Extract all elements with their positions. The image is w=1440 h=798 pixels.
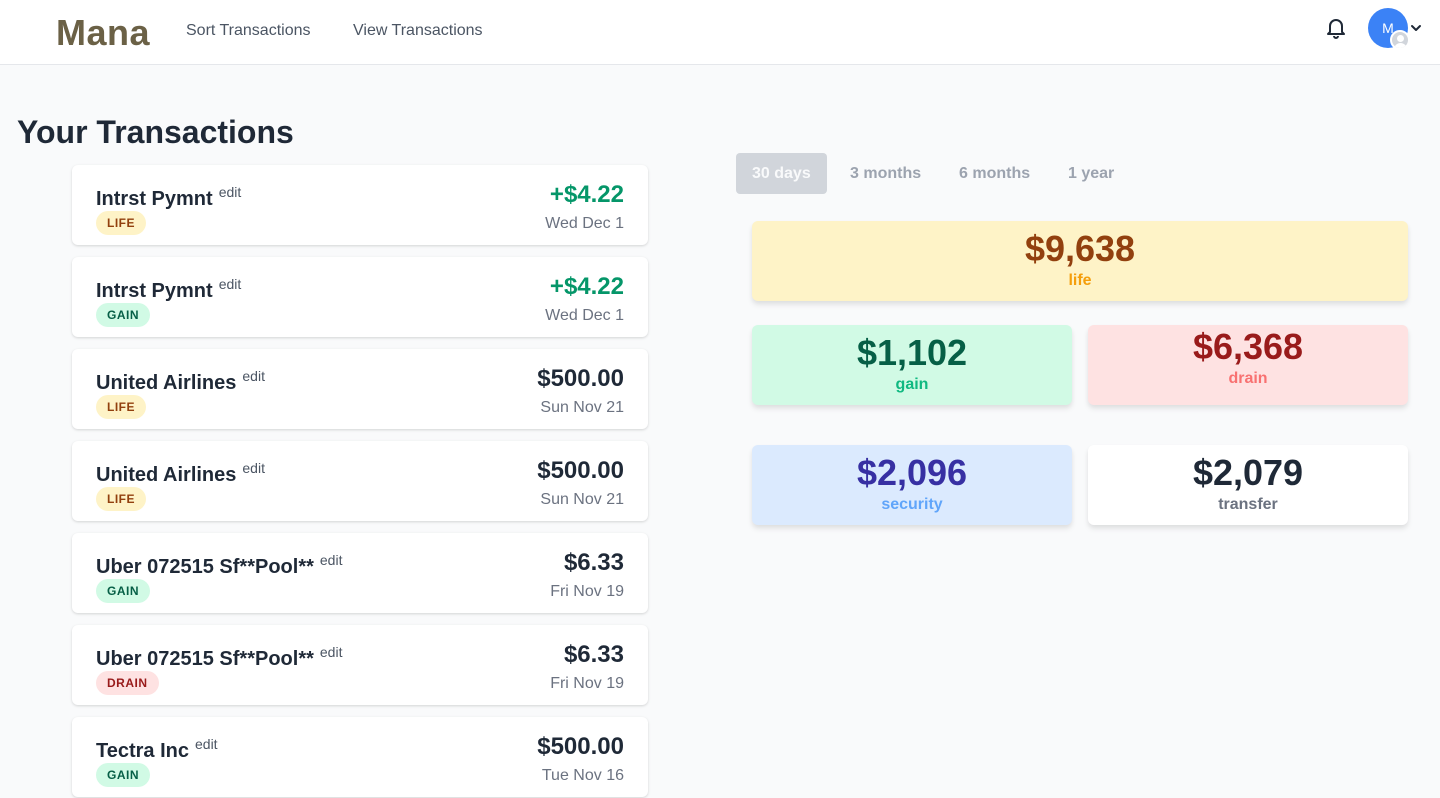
summary-value: $9,638 bbox=[1024, 228, 1136, 269]
transaction-date: Fri Nov 19 bbox=[550, 675, 624, 692]
transaction-name: Tectra Inc bbox=[96, 740, 189, 762]
tab-3-months[interactable]: 3 months bbox=[834, 153, 937, 194]
transaction-amount: $500.00 bbox=[537, 733, 624, 760]
transaction-date: Wed Dec 1 bbox=[545, 215, 624, 232]
transaction-name: United Airlines bbox=[96, 464, 237, 486]
transaction-name: Intrst Pymnt bbox=[96, 188, 213, 210]
tab-1-year[interactable]: 1 year bbox=[1052, 153, 1130, 194]
category-badge: DRAIN bbox=[96, 671, 159, 695]
summary-card-drain: $6,368 drain bbox=[1088, 325, 1408, 405]
edit-link[interactable]: edit bbox=[195, 736, 218, 752]
user-icon bbox=[1390, 30, 1410, 50]
category-badge: LIFE bbox=[96, 395, 146, 419]
transaction-amount: +$4.22 bbox=[549, 273, 624, 300]
transaction-amount: $500.00 bbox=[537, 365, 624, 392]
tab-6-months[interactable]: 6 months bbox=[943, 153, 1046, 194]
summary-value: $1,102 bbox=[856, 332, 968, 373]
edit-link[interactable]: edit bbox=[219, 276, 242, 292]
summary-label: drain bbox=[1228, 370, 1268, 387]
transaction-card[interactable]: United Airlines edit LIFE $500.00 Sun Nov… bbox=[72, 349, 648, 429]
nav-link-view-transactions[interactable]: View Transactions bbox=[353, 22, 483, 40]
transaction-date: Wed Dec 1 bbox=[545, 307, 624, 324]
transaction-name: United Airlines bbox=[96, 372, 237, 394]
transaction-amount: $6.33 bbox=[563, 641, 624, 668]
category-badge: GAIN bbox=[96, 763, 150, 787]
bell-icon[interactable] bbox=[1324, 15, 1348, 39]
transaction-date: Fri Nov 19 bbox=[550, 583, 624, 600]
transaction-card[interactable]: Intrst Pymnt edit GAIN +$4.22 Wed Dec 1 bbox=[72, 257, 648, 337]
chevron-down-icon[interactable] bbox=[1410, 22, 1422, 34]
category-badge: LIFE bbox=[96, 487, 146, 511]
summary-card-security: $2,096 security bbox=[752, 445, 1072, 525]
transaction-amount: +$4.22 bbox=[549, 181, 624, 208]
transaction-date: Sun Nov 21 bbox=[540, 491, 624, 508]
top-navbar: Mana Sort Transactions View Transactions… bbox=[0, 0, 1440, 65]
category-badge: GAIN bbox=[96, 579, 150, 603]
transaction-amount: $6.33 bbox=[563, 549, 624, 576]
nav-link-sort-transactions[interactable]: Sort Transactions bbox=[186, 22, 311, 40]
transaction-card[interactable]: Uber 072515 Sf**Pool** edit DRAIN $6.33 F… bbox=[72, 625, 648, 705]
category-badge: LIFE bbox=[96, 211, 146, 235]
edit-link[interactable]: edit bbox=[320, 552, 343, 568]
transaction-card[interactable]: Intrst Pymnt edit LIFE +$4.22 Wed Dec 1 bbox=[72, 165, 648, 245]
transaction-card[interactable]: Uber 072515 Sf**Pool** edit GAIN $6.33 Fr… bbox=[72, 533, 648, 613]
transaction-card[interactable]: United Airlines edit LIFE $500.00 Sun Nov… bbox=[72, 441, 648, 521]
summary-value: $2,096 bbox=[856, 452, 968, 493]
transaction-date: Sun Nov 21 bbox=[540, 399, 624, 416]
transaction-name: Uber 072515 Sf**Pool** bbox=[96, 648, 314, 670]
edit-link[interactable]: edit bbox=[242, 460, 265, 476]
summary-card-life: $9,638 life bbox=[752, 221, 1408, 301]
logo[interactable]: Mana bbox=[56, 12, 150, 54]
summary-value: $6,368 bbox=[1192, 326, 1304, 367]
transaction-name: Uber 072515 Sf**Pool** bbox=[96, 556, 314, 578]
edit-link[interactable]: edit bbox=[242, 368, 265, 384]
tab-30-days[interactable]: 30 days bbox=[736, 153, 827, 194]
transaction-card[interactable]: Tectra Inc edit GAIN $500.00 Tue Nov 16 bbox=[72, 717, 648, 797]
summary-card-gain: $1,102 gain bbox=[752, 325, 1072, 405]
transaction-amount: $500.00 bbox=[537, 457, 624, 484]
category-badge: GAIN bbox=[96, 303, 150, 327]
summary-label: security bbox=[881, 496, 943, 513]
summary-card-transfer: $2,079 transfer bbox=[1088, 445, 1408, 525]
summary-label: transfer bbox=[1218, 496, 1278, 513]
summary-label: life bbox=[1068, 272, 1092, 289]
edit-link[interactable]: edit bbox=[320, 644, 343, 660]
summary-label: gain bbox=[895, 376, 929, 393]
transaction-name: Intrst Pymnt bbox=[96, 280, 213, 302]
page-title: Your Transactions bbox=[17, 114, 294, 150]
summary-value: $2,079 bbox=[1192, 452, 1304, 493]
edit-link[interactable]: edit bbox=[219, 184, 242, 200]
transaction-date: Tue Nov 16 bbox=[541, 767, 624, 784]
